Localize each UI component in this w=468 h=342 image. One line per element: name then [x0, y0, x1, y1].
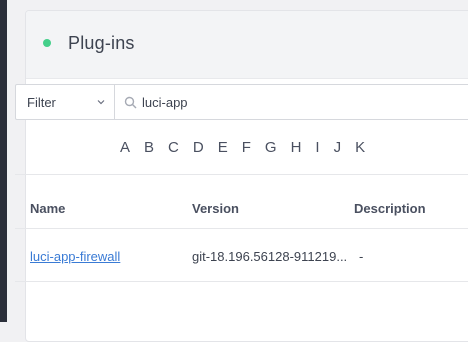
alpha-letter-a[interactable]: A: [120, 139, 130, 156]
alpha-letter-f[interactable]: F: [242, 139, 251, 156]
alpha-letter-i[interactable]: I: [315, 139, 319, 156]
alpha-letter-g[interactable]: G: [265, 139, 277, 156]
alpha-letter-j[interactable]: J: [334, 139, 342, 156]
plugin-description: -: [359, 249, 364, 264]
panel-header: Plug-ins: [26, 11, 468, 79]
column-header-name: Name: [30, 201, 66, 216]
filter-dropdown-value: Filter: [27, 95, 56, 110]
chevron-down-icon: [97, 100, 105, 105]
panel-title: Plug-ins: [68, 33, 135, 53]
alphabet-filter: A B C D E F G H I J K: [120, 139, 379, 156]
column-header-description: Description: [354, 201, 426, 216]
search-icon: [124, 96, 137, 109]
alpha-letter-b[interactable]: B: [144, 139, 154, 156]
search-input[interactable]: [142, 91, 462, 113]
plugin-version: git-18.196.56128-911219...: [192, 249, 348, 264]
divider: [15, 174, 468, 175]
status-dot: [43, 39, 51, 47]
alpha-letter-k[interactable]: K: [355, 139, 365, 156]
search-box: [115, 84, 468, 120]
table-row: luci-app-firewall git-18.196.56128-91121…: [15, 229, 468, 281]
plugins-panel: Plug-ins: [25, 10, 468, 342]
column-header-version: Version: [192, 201, 239, 216]
plugin-name-link[interactable]: luci-app-firewall: [30, 249, 120, 264]
filter-dropdown[interactable]: Filter: [15, 84, 115, 120]
row-divider: [15, 281, 468, 282]
alpha-letter-d[interactable]: D: [193, 139, 204, 156]
alpha-letter-h[interactable]: H: [291, 139, 302, 156]
sidebar-edge: [0, 0, 7, 322]
alpha-letter-c[interactable]: C: [168, 139, 179, 156]
alpha-letter-e[interactable]: E: [218, 139, 228, 156]
